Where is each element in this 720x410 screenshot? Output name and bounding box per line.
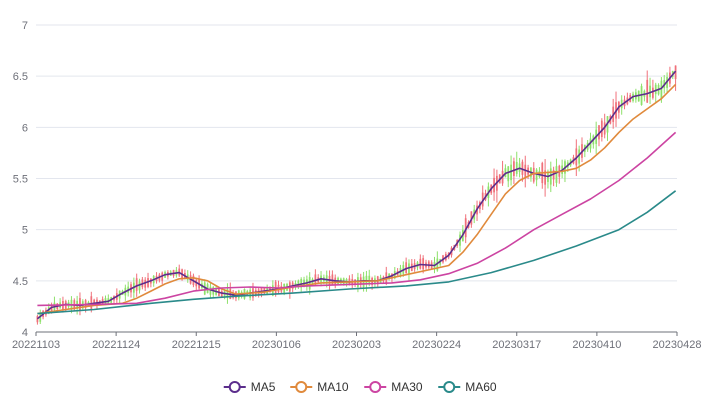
candle [544, 159, 546, 197]
candle [507, 165, 510, 188]
candle [288, 280, 291, 299]
candle [481, 185, 484, 210]
candle [583, 144, 586, 158]
legend-marker-icon [228, 381, 241, 393]
chart-container: 4 4.5 5 5.5 6 6.5 7 20221103 20221124 20221215 20… [0, 0, 720, 405]
candle [626, 92, 629, 106]
moving-average-lines [36, 70, 677, 320]
candle [36, 314, 39, 325]
x-tick-label: 20221124 [92, 339, 140, 351]
y-tick-label: 4 [22, 327, 28, 339]
candles [36, 65, 677, 325]
candle [212, 286, 215, 298]
legend-item-ma5[interactable]: MA5 [223, 380, 276, 394]
x-tick-label: 20221103 [12, 339, 60, 351]
legend-label: MA5 [251, 380, 276, 394]
candle [195, 277, 198, 291]
candle [107, 294, 110, 305]
candle [552, 166, 555, 187]
candle [410, 259, 413, 272]
candle [504, 164, 507, 178]
candle [558, 164, 561, 184]
candle [144, 277, 147, 291]
candle [652, 79, 654, 100]
legend: MA5 MA10 MA30 MA60 [223, 380, 497, 394]
y-tick-label: 5.5 [13, 174, 28, 186]
candle [408, 259, 410, 281]
candle [152, 274, 155, 287]
candle [674, 65, 677, 91]
candle [59, 298, 61, 309]
y-tick-label: 7 [22, 20, 28, 32]
series-line-ma10 [37, 83, 677, 315]
candle [118, 290, 121, 304]
candle [592, 134, 595, 149]
x-tick-label: 20230106 [252, 339, 301, 351]
legend-label: MA30 [391, 380, 423, 394]
candle [113, 295, 115, 304]
candle [646, 70, 649, 103]
candle [654, 82, 657, 103]
candle [178, 264, 181, 277]
candle [376, 275, 379, 289]
candle [649, 77, 651, 105]
x-tick-label: 20230203 [332, 339, 381, 351]
candle [149, 278, 152, 288]
candle [147, 272, 149, 289]
legend-marker-icon [369, 381, 382, 393]
candle [524, 155, 527, 188]
candle [549, 161, 552, 193]
legend-item-ma30[interactable]: MA30 [364, 380, 423, 394]
legend-marker-icon [443, 381, 456, 393]
y-tick-label: 6 [22, 122, 28, 134]
candle [459, 231, 461, 252]
y-tick-label: 5 [22, 225, 28, 237]
legend-label: MA10 [317, 380, 349, 394]
x-tick-label: 20230317 [492, 339, 541, 351]
candle [501, 160, 504, 186]
legend-label: MA60 [465, 380, 497, 394]
candle [496, 169, 498, 203]
y-axis-ticks: 4 4.5 5 5.5 6 6.5 7 [13, 20, 28, 339]
candle [79, 292, 81, 316]
x-axis: 20221103 20221124 20221215 20230106 20230203… [12, 331, 702, 351]
x-tick-label: 20230428 [653, 339, 702, 351]
candle [581, 137, 583, 163]
candle [535, 168, 538, 187]
legend-item-ma60[interactable]: MA60 [438, 380, 497, 394]
y-tick-label: 6.5 [13, 71, 28, 83]
candle [354, 279, 356, 287]
candle [643, 89, 646, 102]
candle [405, 257, 408, 274]
y-tick-label: 4.5 [13, 276, 28, 288]
candle [606, 116, 609, 141]
stock-chart: 44.555.566.57 20221103 20221124 20221215 20… [12, 20, 702, 394]
x-tick-label: 20221215 [172, 339, 221, 351]
legend-marker-icon [295, 381, 308, 393]
x-tick-label: 20230224 [412, 339, 461, 351]
candle [617, 100, 620, 119]
candle [515, 151, 518, 177]
legend-item-ma10[interactable]: MA10 [290, 380, 349, 394]
candle [598, 125, 600, 147]
candle [419, 254, 422, 270]
x-tick-label: 20230410 [572, 339, 621, 351]
candle [161, 271, 164, 285]
series-line-ma60 [37, 190, 677, 315]
